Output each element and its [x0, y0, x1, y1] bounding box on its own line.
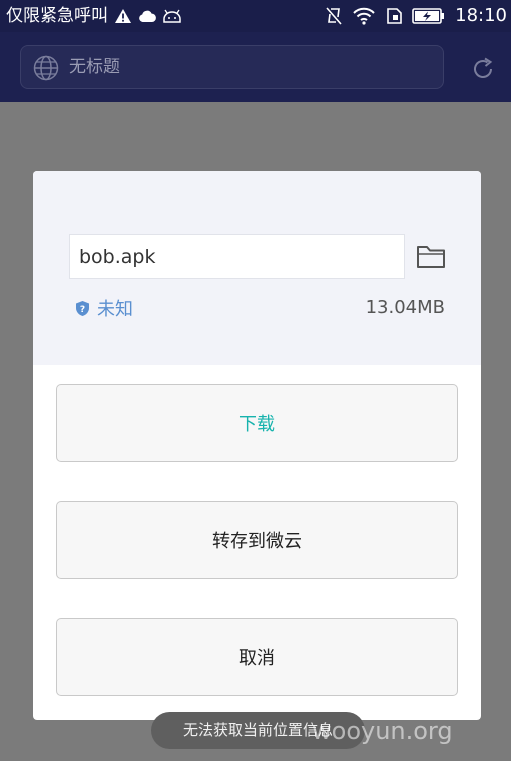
sim-icon: [387, 8, 402, 24]
save-to-weiyun-button[interactable]: 转存到微云: [56, 501, 458, 579]
watermark: wooyun.org: [312, 717, 453, 745]
file-size: 13.04MB: [365, 297, 445, 318]
status-time: 18:10: [455, 5, 507, 26]
folder-icon[interactable]: [416, 243, 446, 269]
security-label: 未知: [97, 299, 133, 320]
filename-input[interactable]: [69, 234, 405, 279]
cloud-icon: [139, 10, 156, 22]
cancel-button[interactable]: 取消: [56, 618, 458, 696]
carrier-text: 仅限紧急呼叫: [6, 6, 108, 26]
download-button[interactable]: 下载: [56, 384, 458, 462]
globe-icon: [33, 55, 59, 81]
battery-charging-icon: [412, 8, 445, 24]
status-bar: 仅限紧急呼叫 18:10: [0, 0, 511, 32]
status-left: 仅限紧急呼叫: [6, 4, 182, 28]
dialog-header: ? 未知 13.04MB: [33, 171, 481, 365]
android-icon: [163, 9, 181, 23]
warning-icon: [115, 9, 131, 23]
refresh-icon[interactable]: [470, 56, 496, 82]
vibrate-off-icon: [326, 7, 342, 25]
status-right: 18:10: [325, 4, 507, 28]
url-box[interactable]: 无标题: [20, 45, 444, 89]
shield-icon: ?: [76, 300, 89, 316]
wifi-icon: [353, 7, 375, 25]
download-dialog: ? 未知 13.04MB 下载 转存到微云 取消: [33, 171, 481, 720]
svg-text:?: ?: [80, 305, 85, 315]
address-bar: 无标题: [0, 32, 511, 102]
page-title: 无标题: [69, 57, 120, 77]
security-status: ? 未知: [75, 296, 133, 320]
